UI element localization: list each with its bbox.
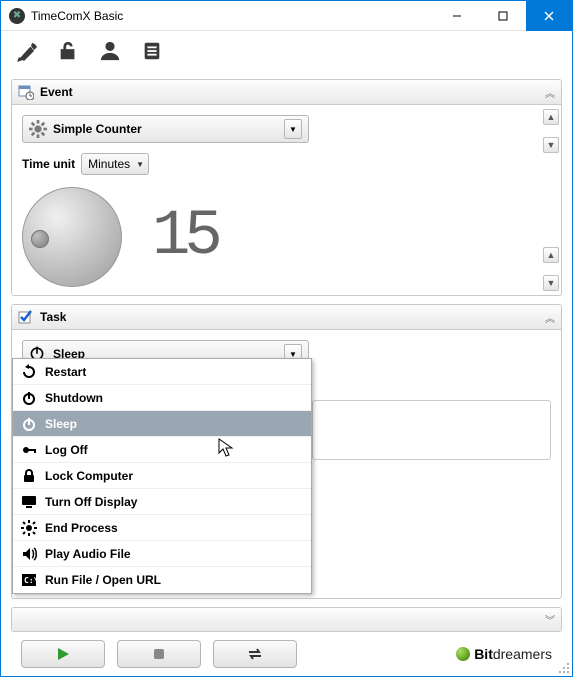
task-option-logoff[interactable]: Log Off — [13, 437, 311, 463]
event-section-title: Event — [40, 85, 545, 99]
bottom-bar: Bitdreamers — [11, 640, 562, 668]
task-option-play-audio[interactable]: Play Audio File — [13, 541, 311, 567]
chevron-down-icon[interactable]: ▼ — [284, 119, 302, 139]
event-mode-label: Simple Counter — [53, 122, 284, 136]
brand-logo[interactable]: Bitdreamers — [456, 646, 552, 662]
gear-icon — [21, 520, 37, 536]
event-section: Event ︽ ▲ ▼ ▲ ▼ Simple Counter ▼ Time un… — [11, 79, 562, 296]
collapse-icon[interactable]: ︽ — [545, 310, 555, 325]
terminal-icon: C:\ — [21, 572, 37, 588]
task-option-display-off[interactable]: Turn Off Display — [13, 489, 311, 515]
event-mode-dropdown[interactable]: Simple Counter ▼ — [22, 115, 309, 143]
speaker-icon — [21, 546, 37, 562]
task-dropdown-list: Restart Shutdown Sleep Log Off Lock Comp… — [12, 358, 312, 594]
task-option-lock[interactable]: Lock Computer — [13, 463, 311, 489]
task-section: Task ︽ Sleep ▼ Restart Shutdown — [11, 304, 562, 599]
chevron-down-icon: ▼ — [136, 160, 144, 169]
scroll-down-icon[interactable]: ▼ — [543, 137, 559, 153]
power-icon — [21, 416, 37, 432]
event-section-header[interactable]: Event ︽ — [12, 80, 561, 105]
check-icon — [18, 309, 34, 325]
task-details-panel — [312, 400, 551, 460]
repeat-button[interactable] — [213, 640, 297, 668]
task-section-header[interactable]: Task ︽ — [12, 305, 561, 330]
expand-icon[interactable]: ︾ — [545, 612, 555, 627]
time-unit-select[interactable]: Minutes ▼ — [81, 153, 149, 175]
brand-dot-icon — [456, 647, 470, 661]
dial-handle-icon[interactable] — [31, 230, 49, 248]
log-icon[interactable] — [141, 40, 165, 64]
calendar-clock-icon — [18, 84, 34, 100]
lock-icon — [21, 468, 37, 484]
scroll-down-icon[interactable]: ▼ — [543, 275, 559, 291]
settings-icon[interactable] — [15, 40, 39, 64]
scroll-up-icon[interactable]: ▲ — [543, 247, 559, 263]
task-section-title: Task — [40, 310, 545, 324]
svg-text:C:\: C:\ — [24, 576, 37, 585]
lock-icon[interactable] — [57, 40, 81, 64]
task-option-shutdown[interactable]: Shutdown — [13, 385, 311, 411]
close-button[interactable] — [526, 1, 572, 31]
collapse-icon[interactable]: ︽ — [545, 85, 555, 100]
extra-section-1[interactable]: ︾ — [11, 607, 562, 632]
time-unit-value: Minutes — [88, 157, 130, 171]
timer-dial[interactable] — [22, 187, 122, 287]
shutdown-icon — [21, 390, 37, 406]
minimize-button[interactable] — [434, 1, 480, 31]
start-button[interactable] — [21, 640, 105, 668]
titlebar: ✖ TimeComX Basic — [1, 1, 572, 31]
key-icon — [21, 442, 37, 458]
restart-icon — [21, 364, 37, 380]
scroll-up-icon[interactable]: ▲ — [543, 109, 559, 125]
window-title: TimeComX Basic — [31, 9, 434, 23]
task-option-run-file[interactable]: C:\ Run File / Open URL — [13, 567, 311, 593]
counter-display: 15 — [152, 201, 217, 273]
stop-button[interactable] — [117, 640, 201, 668]
task-option-restart[interactable]: Restart — [13, 359, 311, 385]
task-option-sleep[interactable]: Sleep — [13, 411, 311, 437]
time-unit-label: Time unit — [22, 157, 75, 171]
task-option-end-process[interactable]: End Process — [13, 515, 311, 541]
app-icon: ✖ — [9, 8, 25, 24]
toolbar — [1, 31, 572, 73]
user-icon[interactable] — [99, 40, 123, 64]
monitor-icon — [21, 494, 37, 510]
maximize-button[interactable] — [480, 1, 526, 31]
resize-grip-icon[interactable] — [557, 661, 571, 675]
gear-icon — [29, 120, 47, 138]
